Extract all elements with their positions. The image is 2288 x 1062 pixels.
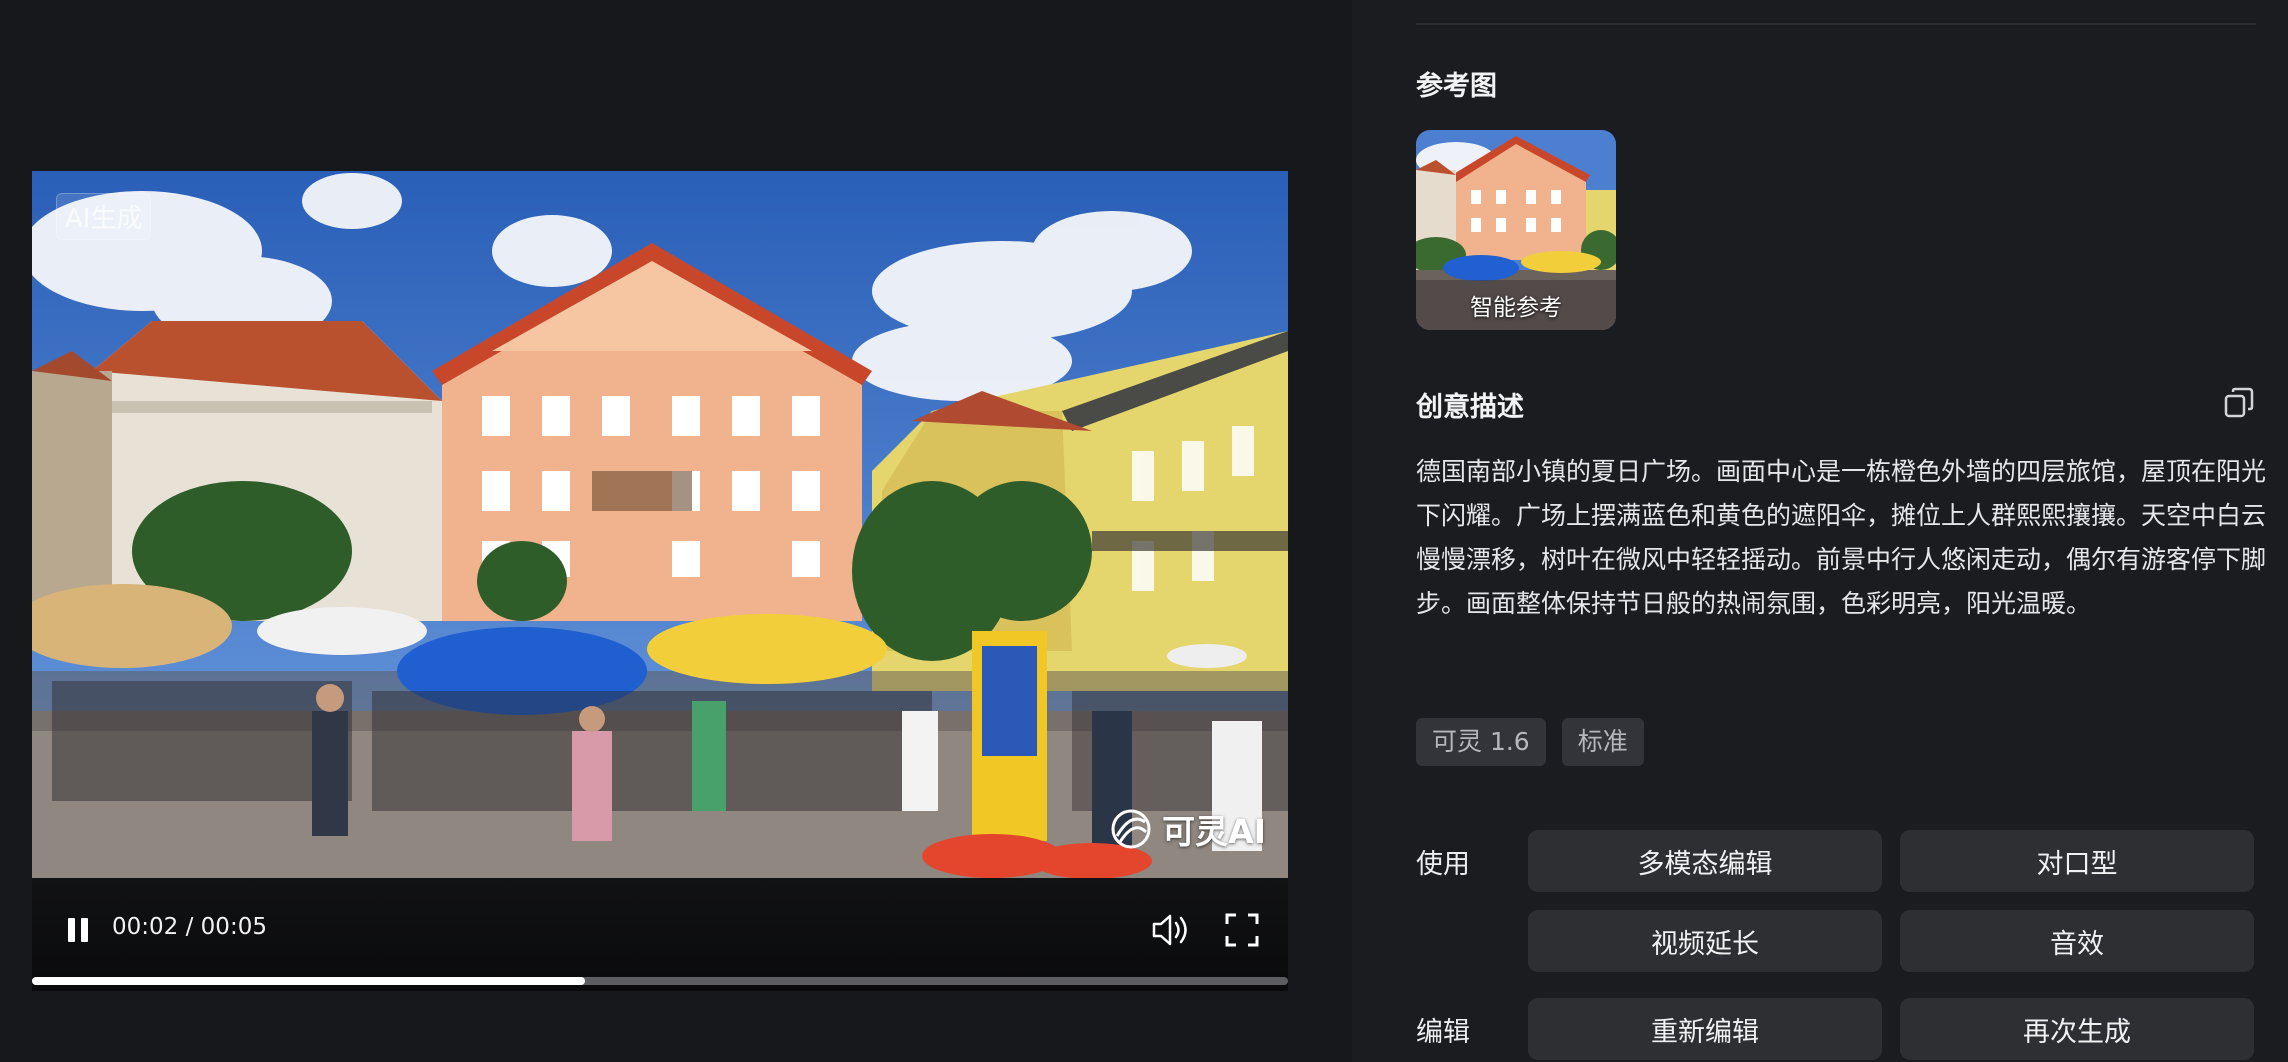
copy-icon xyxy=(2224,387,2254,418)
reference-image-thumbnail[interactable]: 智能参考 xyxy=(1416,130,1616,330)
divider xyxy=(1416,23,2256,25)
video-frame[interactable]: AI生成 可灵AI xyxy=(32,171,1288,878)
video-player[interactable]: AI生成 可灵AI 00:02 / 00:05 xyxy=(32,171,1288,991)
video-scene-image xyxy=(32,171,1288,878)
progress-bar[interactable] xyxy=(32,977,1288,985)
fullscreen-icon xyxy=(1225,913,1259,947)
pause-icon xyxy=(68,918,88,942)
details-panel: 参考图 智能参考 创意描述 德国南部小镇的夏日广场。画面中心是一栋橙色外墙的四层… xyxy=(1352,0,2288,1062)
current-time: 00:02 xyxy=(112,914,179,940)
preview-area: AI生成 可灵AI 00:02 / 00:05 xyxy=(0,0,1352,1062)
mode-tag: 标准 xyxy=(1561,718,1644,766)
kling-logo-icon xyxy=(1108,806,1154,852)
pause-button[interactable] xyxy=(60,912,96,948)
player-controls: 00:02 / 00:05 xyxy=(32,878,1288,991)
model-tags: 可灵 1.6 标准 xyxy=(1416,718,1644,766)
smart-reference-label: 智能参考 xyxy=(1470,295,1562,321)
progress-fill xyxy=(32,977,585,985)
time-display: 00:02 / 00:05 xyxy=(112,914,267,940)
re-edit-button[interactable]: 重新编辑 xyxy=(1528,998,1882,1060)
lip-sync-button[interactable]: 对口型 xyxy=(1900,830,2254,892)
kling-watermark: 可灵AI xyxy=(1108,805,1266,853)
volume-icon xyxy=(1152,914,1187,946)
extend-video-button[interactable]: 视频延长 xyxy=(1528,910,1882,972)
time-separator: / xyxy=(178,914,201,940)
volume-button[interactable] xyxy=(1150,910,1192,950)
sound-effects-button[interactable]: 音效 xyxy=(1900,910,2254,972)
watermark-text: 可灵AI xyxy=(1162,812,1266,851)
multimodal-edit-button[interactable]: 多模态编辑 xyxy=(1528,830,1882,892)
prompt-description: 德国南部小镇的夏日广场。画面中心是一栋橙色外墙的四层旅馆，屋顶在阳光下闪耀。广场… xyxy=(1416,457,2267,618)
edit-label: 编辑 xyxy=(1416,1017,1470,1048)
description-title: 创意描述 xyxy=(1416,392,1524,423)
regenerate-button[interactable]: 再次生成 xyxy=(1900,998,2254,1060)
copy-button[interactable] xyxy=(2222,386,2256,420)
model-version-tag: 可灵 1.6 xyxy=(1416,718,1546,766)
total-time: 00:05 xyxy=(200,914,267,940)
ai-generated-tag: AI生成 xyxy=(56,193,152,240)
fullscreen-button[interactable] xyxy=(1224,912,1260,948)
use-label: 使用 xyxy=(1416,849,1470,880)
reference-title: 参考图 xyxy=(1416,71,1497,102)
